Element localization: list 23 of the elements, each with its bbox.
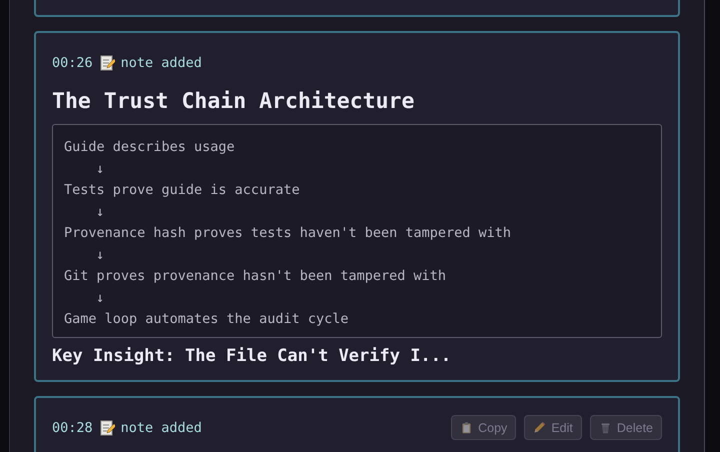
down-arrow: ↓ <box>95 202 106 222</box>
delete-button[interactable]: Delete <box>590 415 662 440</box>
code-line: Game loop automates the audit cycle <box>64 310 350 329</box>
edit-button[interactable]: Edit <box>524 415 582 440</box>
down-arrow: ↓ <box>95 288 106 308</box>
code-line: Git proves provenance hasn't been tampered with <box>64 267 448 286</box>
event-label: note added <box>120 420 202 436</box>
code-line: Provenance hash proves tests haven't been tampered with <box>64 224 512 243</box>
down-arrow: ↓ <box>95 160 106 178</box>
code-line: Guide describes usage <box>64 138 236 157</box>
code-line: Tests prove guide is accurate <box>64 181 301 200</box>
copy-button[interactable]: Copy <box>451 415 516 440</box>
note-title: The Trust Chain Architecture <box>52 89 416 114</box>
trash-icon <box>598 421 612 434</box>
memo-icon <box>98 55 115 71</box>
pencil-icon <box>533 421 546 434</box>
timestamp: 00:26 <box>52 55 93 71</box>
event-label: note added <box>120 55 202 71</box>
subheading: Key Insight: The File Can't Verify I... <box>52 346 452 366</box>
clipboard-icon <box>460 421 474 434</box>
memo-icon <box>98 420 115 436</box>
down-arrow: ↓ <box>95 246 106 264</box>
timestamp: 00:28 <box>52 420 93 436</box>
